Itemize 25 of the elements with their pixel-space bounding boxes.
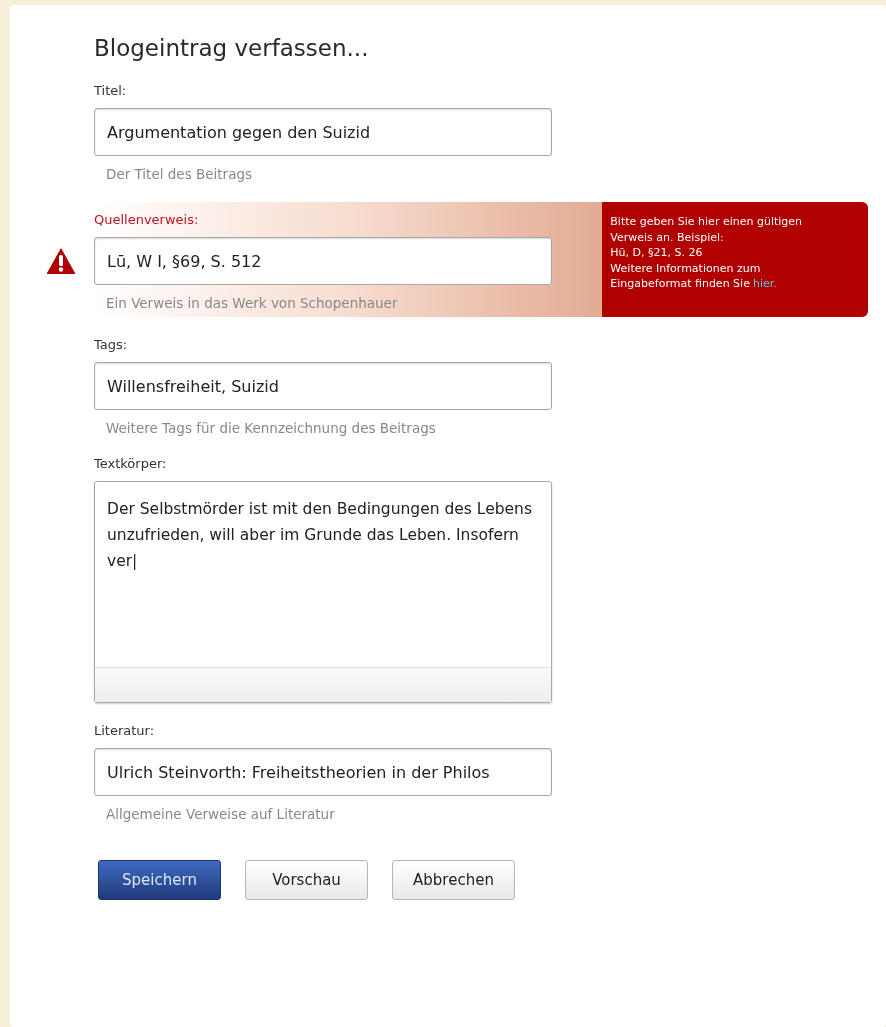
input-field[interactable]: Lū, W I, §69, S. 512 [94, 237, 552, 285]
field-label: Textkörper: [94, 456, 168, 471]
field-label: Tags: [94, 337, 129, 352]
help-text: Weitere Tags für die Kennzeichnung des Beitrags [106, 420, 437, 436]
input-field[interactable]: Ulrich Steinvorth: Freiheitstheorien in der Philos [94, 748, 552, 796]
help-text: Ein Verweis in das Werk von Schopenhauer [106, 295, 399, 311]
help-link[interactable]: hier. [752, 277, 777, 290]
field-label: Titel: [94, 83, 128, 98]
error-text: Eingabeformat finden Sie [610, 277, 750, 290]
error-text: Hū, D, §21, S. 26 [610, 245, 704, 261]
help-text: Der Titel des Beitrags [106, 166, 253, 182]
input-field[interactable]: Willensfreiheit, Suizid [94, 362, 552, 410]
error-text: Bitte geben Sie hier einen gültigen [610, 214, 804, 230]
field-label: Literatur: [94, 723, 156, 738]
error-text: Verweis an. Beispiel: [610, 229, 725, 245]
button[interactable]: Vorschau [245, 860, 368, 900]
page-title: Blogeintrag verfassen... [94, 35, 370, 61]
warning-icon [46, 247, 76, 275]
textarea-field[interactable]: Der Selbstmörder ist mit den Bedingungen des Lebens unzufrieden, will aber im Grunde das Leben. Insofern ver| [94, 481, 552, 703]
input-field[interactable]: Argumentation gegen den Suizid [94, 108, 552, 156]
field-label: Quellenverweis: [94, 212, 200, 227]
help-text: Allgemeine Verweise auf Literatur [106, 806, 336, 822]
save-button[interactable]: Speichern [98, 860, 221, 900]
button[interactable]: Abbrechen [392, 860, 515, 900]
error-text: Weitere Informationen zum [610, 260, 762, 276]
